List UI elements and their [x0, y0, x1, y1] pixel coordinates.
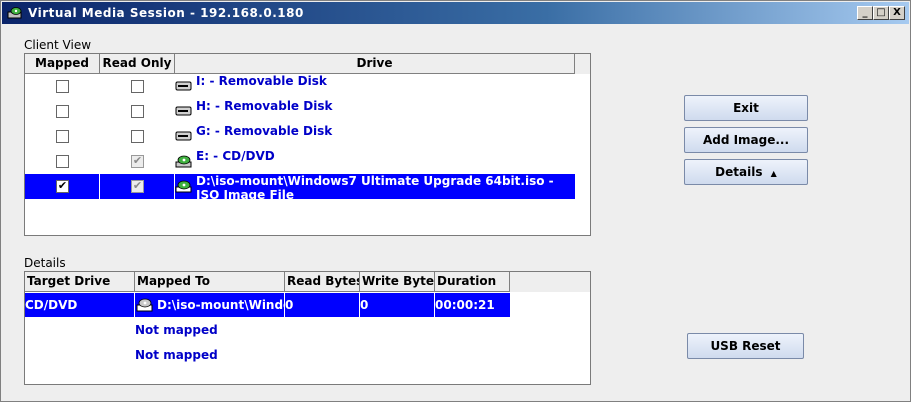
iso-image-icon — [175, 180, 192, 193]
read-only-checkbox: ✔ — [131, 154, 144, 168]
close-button[interactable]: X — [889, 6, 905, 20]
removable-disk-icon — [175, 131, 192, 141]
drive-row-e[interactable]: ✔ E: - CD/DVD — [25, 149, 590, 174]
column-write-bytes[interactable]: Write Bytes — [360, 272, 435, 292]
usb-reset-button[interactable]: USB Reset — [687, 333, 804, 359]
details-button-label: Details — [715, 165, 763, 179]
title-bar[interactable]: Virtual Media Session - 192.168.0.180 _ … — [2, 2, 909, 24]
column-mapped[interactable]: Mapped — [25, 54, 100, 74]
drive-row-d-iso[interactable]: ✔ ✔ D:\iso-mount\Windows7 Ultimate Upgra… — [25, 174, 575, 202]
drive-name: I: - Removable Disk — [196, 74, 327, 88]
not-mapped-text: Not mapped — [135, 348, 218, 362]
drive-row-g[interactable]: G: - Removable Disk — [25, 124, 590, 149]
mapped-checkbox[interactable] — [56, 130, 69, 143]
add-image-button[interactable]: Add Image... — [684, 127, 808, 153]
column-read-bytes[interactable]: Read Bytes — [285, 272, 360, 292]
mapped-checkbox[interactable] — [56, 105, 69, 118]
read-only-checkbox: ✔ — [131, 179, 144, 193]
drive-name: E: - CD/DVD — [196, 149, 275, 163]
write-bytes-cell: 0 — [360, 293, 435, 317]
removable-disk-icon — [175, 81, 192, 91]
minimize-button[interactable]: _ — [857, 6, 873, 20]
iso-image-icon — [136, 298, 153, 312]
client-view-header: Mapped Read Only Drive — [25, 54, 590, 74]
cd-dvd-icon — [175, 155, 192, 168]
mapped-checkbox[interactable] — [56, 155, 69, 168]
mapped-checkbox[interactable] — [56, 80, 69, 93]
mapped-to-cell: D:\iso-mount\Windo... — [135, 293, 285, 317]
read-only-checkbox[interactable] — [131, 130, 144, 143]
drive-name: D:\iso-mount\Windows7 Ultimate Upgrade 6… — [196, 174, 554, 202]
client-view-table[interactable]: Mapped Read Only Drive I: - Removable Di… — [24, 53, 591, 236]
check-icon: ✔ — [132, 154, 143, 167]
check-icon: ✔ — [132, 179, 143, 192]
details-table[interactable]: Target Drive Mapped To Read Bytes Write … — [24, 271, 591, 385]
column-drive[interactable]: Drive — [175, 54, 575, 74]
drive-row-i[interactable]: I: - Removable Disk — [25, 74, 590, 99]
client-view-label: Client View — [24, 38, 92, 52]
maximize-icon: □ — [876, 7, 886, 18]
read-only-checkbox[interactable] — [131, 105, 144, 118]
read-bytes-cell: 0 — [285, 293, 360, 317]
close-icon: X — [893, 7, 901, 18]
window-title: Virtual Media Session - 192.168.0.180 — [28, 6, 304, 20]
mapped-checkbox[interactable]: ✔ — [56, 179, 69, 193]
read-only-checkbox[interactable] — [131, 80, 144, 93]
column-target-drive[interactable]: Target Drive — [25, 272, 135, 292]
column-duration[interactable]: Duration — [435, 272, 510, 292]
maximize-button[interactable]: □ — [873, 6, 889, 20]
chevron-up-icon: ▲ — [770, 169, 777, 178]
details-button[interactable]: Details ▲ — [684, 159, 808, 185]
duration-cell: 00:00:21 — [435, 298, 495, 312]
mapped-to-text: D:\iso-mount\Windo... — [157, 298, 284, 312]
check-icon: ✔ — [57, 179, 68, 192]
virtual-media-icon — [7, 7, 22, 19]
column-read-only[interactable]: Read Only — [100, 54, 175, 74]
virtual-media-window: Virtual Media Session - 192.168.0.180 _ … — [0, 0, 911, 402]
target-drive-cell: CD/DVD — [25, 293, 135, 317]
details-label: Details — [24, 256, 66, 270]
drive-name: G: - Removable Disk — [196, 124, 333, 138]
drive-row-h[interactable]: H: - Removable Disk — [25, 99, 590, 124]
minimize-icon: _ — [862, 7, 868, 18]
column-mapped-to[interactable]: Mapped To — [135, 272, 285, 292]
removable-disk-icon — [175, 106, 192, 116]
details-row[interactable]: CD/DVD D:\iso-mount\Windo... 0 0 00:00:2… — [25, 293, 510, 317]
not-mapped-text: Not mapped — [135, 323, 218, 337]
details-header: Target Drive Mapped To Read Bytes Write … — [25, 272, 590, 292]
exit-button[interactable]: Exit — [684, 95, 808, 121]
drive-name: H: - Removable Disk — [196, 99, 333, 113]
